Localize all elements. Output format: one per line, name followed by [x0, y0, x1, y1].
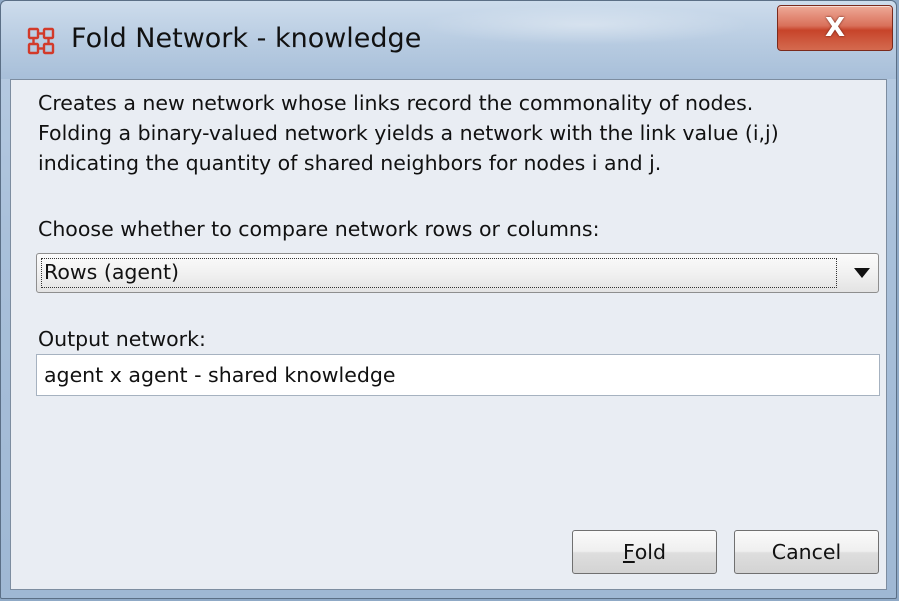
description-line: Creates a new network whose links record… — [38, 91, 754, 115]
dialog-window: Fold Network - knowledge X Creates a new… — [0, 0, 897, 599]
title-bar[interactable]: Fold Network - knowledge X — [1, 1, 896, 79]
description-line: indicating the quantity of shared neighb… — [38, 151, 662, 175]
fold-label: old — [634, 540, 667, 564]
compare-label: Choose whether to compare network rows o… — [38, 217, 600, 241]
output-network-input[interactable] — [36, 354, 880, 396]
dialog-content: Creates a new network whose links record… — [10, 79, 887, 590]
window-title: Fold Network - knowledge — [71, 23, 422, 54]
fold-mnemonic: F — [622, 540, 635, 564]
chevron-down-icon[interactable] — [854, 268, 870, 278]
network-grid-icon — [27, 27, 55, 55]
close-icon: X — [824, 13, 846, 43]
cancel-button[interactable]: Cancel — [734, 530, 879, 574]
description-line: Folding a binary-valued network yields a… — [38, 121, 779, 145]
output-network-label: Output network: — [38, 327, 206, 351]
title-bar-glow — [421, 5, 751, 45]
compare-dropdown-value: Rows (agent) — [44, 260, 180, 284]
close-button[interactable]: X — [777, 5, 893, 51]
description-text: Creates a new network whose links record… — [38, 88, 878, 178]
compare-dropdown[interactable]: Rows (agent) — [36, 253, 879, 293]
fold-button[interactable]: Fold — [572, 530, 717, 574]
